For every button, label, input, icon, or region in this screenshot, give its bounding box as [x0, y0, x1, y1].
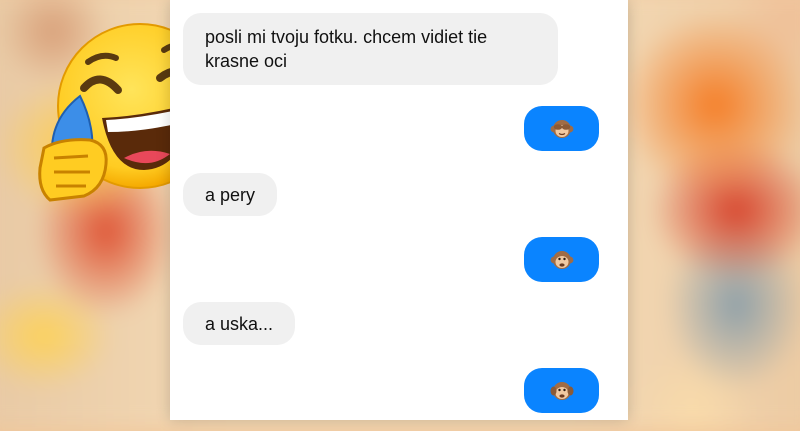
message-text: posli mi tvoju fotku. chcem vidiet tie k… [205, 27, 488, 71]
incoming-message: a uska... [183, 302, 296, 345]
chat-thread: posli mi tvoju fotku. chcem vidiet tie k… [170, 0, 628, 420]
see-no-evil-monkey-icon [550, 119, 573, 138]
message-text: a uska... [205, 314, 274, 334]
outgoing-message [524, 106, 599, 151]
outgoing-message [524, 237, 599, 282]
monkey-face-icon [550, 250, 573, 269]
incoming-message: a pery [183, 173, 278, 216]
hear-no-evil-monkey-icon [550, 381, 573, 400]
outgoing-message [524, 368, 599, 413]
incoming-message: posli mi tvoju fotku. chcem vidiet tie k… [183, 13, 558, 85]
message-text: a pery [205, 185, 256, 205]
